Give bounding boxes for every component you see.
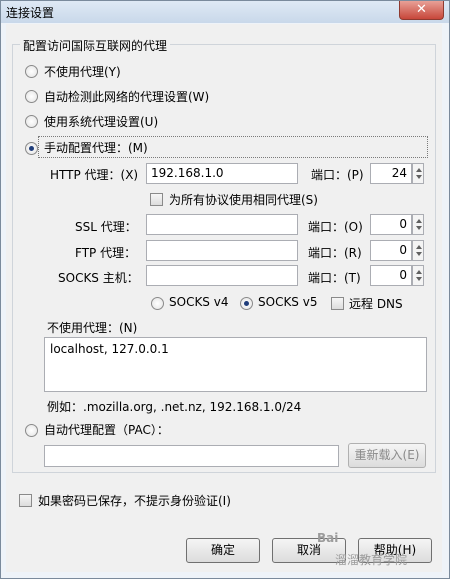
- auto-detect-label[interactable]: 自动检测此网络的代理设置(W): [44, 88, 209, 105]
- ftp-port-input[interactable]: 0: [370, 240, 412, 261]
- no-auth-prompt-checkbox[interactable]: [19, 494, 32, 507]
- http-proxy-input[interactable]: 192.168.1.0: [146, 163, 298, 184]
- ssl-port-label: 端口：(O): [308, 220, 363, 234]
- no-proxy-for-label: 不使用代理：(N): [47, 321, 138, 335]
- ssl-port-input[interactable]: 0: [370, 214, 412, 235]
- ssl-port-spinner[interactable]: [412, 214, 424, 235]
- pac-label[interactable]: 自动代理配置（PAC）：: [44, 421, 169, 438]
- no-auth-prompt-label[interactable]: 如果密码已保存，不提示身份验证(I): [38, 492, 231, 509]
- ftp-proxy-label: FTP 代理：: [75, 246, 137, 260]
- no-proxy-label[interactable]: 不使用代理(Y): [44, 63, 121, 80]
- socks-v4-radio[interactable]: [151, 297, 164, 310]
- http-port-spinner[interactable]: [412, 163, 424, 184]
- close-button[interactable]: ✕: [399, 1, 444, 20]
- manual-proxy-label[interactable]: 手动配置代理：(M): [44, 139, 148, 156]
- ftp-port-label: 端口：(R): [308, 246, 362, 260]
- socks-v5-label[interactable]: SOCKS v5: [258, 295, 317, 309]
- socks-host-input[interactable]: [146, 265, 298, 286]
- socks-port-label: 端口：(T): [308, 271, 361, 285]
- ssl-proxy-input[interactable]: [146, 214, 298, 235]
- no-proxy-radio[interactable]: [25, 65, 38, 78]
- no-proxy-for-textarea[interactable]: localhost, 127.0.0.1: [44, 337, 427, 392]
- socks-v5-radio[interactable]: [240, 297, 253, 310]
- ftp-proxy-input[interactable]: [146, 240, 298, 261]
- ok-button[interactable]: 确定: [186, 538, 260, 563]
- no-proxy-example: 例如：.mozilla.org, .net.nz, 192.168.1.0/24: [47, 400, 302, 414]
- socks-v4-label[interactable]: SOCKS v4: [169, 295, 228, 309]
- http-port-label: 端口：(P): [311, 168, 364, 182]
- socks-port-input[interactable]: 0: [370, 265, 412, 286]
- ftp-port-spinner[interactable]: [412, 240, 424, 261]
- http-proxy-label: HTTP 代理：(X): [50, 168, 139, 182]
- socks-port-spinner[interactable]: [412, 265, 424, 286]
- pac-radio[interactable]: [25, 424, 38, 437]
- title-bar: 连接设置 ✕: [1, 1, 449, 23]
- socks-host-label: SOCKS 主机：: [58, 271, 139, 285]
- ssl-proxy-label: SSL 代理：: [75, 220, 137, 234]
- watermark-brand: Bai: [317, 531, 339, 545]
- same-proxy-checkbox[interactable]: [150, 193, 163, 206]
- group-legend: 配置访问国际互联网的代理: [20, 37, 171, 54]
- pac-url-input[interactable]: [44, 445, 339, 467]
- auto-detect-radio[interactable]: [25, 90, 38, 103]
- http-port-input[interactable]: 24: [370, 163, 412, 184]
- manual-proxy-radio[interactable]: [25, 142, 38, 155]
- same-proxy-label[interactable]: 为所有协议使用相同代理(S): [169, 191, 318, 208]
- system-proxy-radio[interactable]: [25, 115, 38, 128]
- remote-dns-checkbox[interactable]: [331, 297, 344, 310]
- watermark-text: 溜溜教育学院: [335, 553, 408, 567]
- reload-pac-button[interactable]: 重新载入(E): [348, 443, 426, 468]
- system-proxy-label[interactable]: 使用系统代理设置(U): [44, 113, 158, 130]
- window-title: 连接设置: [6, 6, 55, 20]
- remote-dns-label[interactable]: 远程 DNS: [349, 295, 403, 312]
- watermark: Bai 溜溜教育学院: [317, 531, 445, 573]
